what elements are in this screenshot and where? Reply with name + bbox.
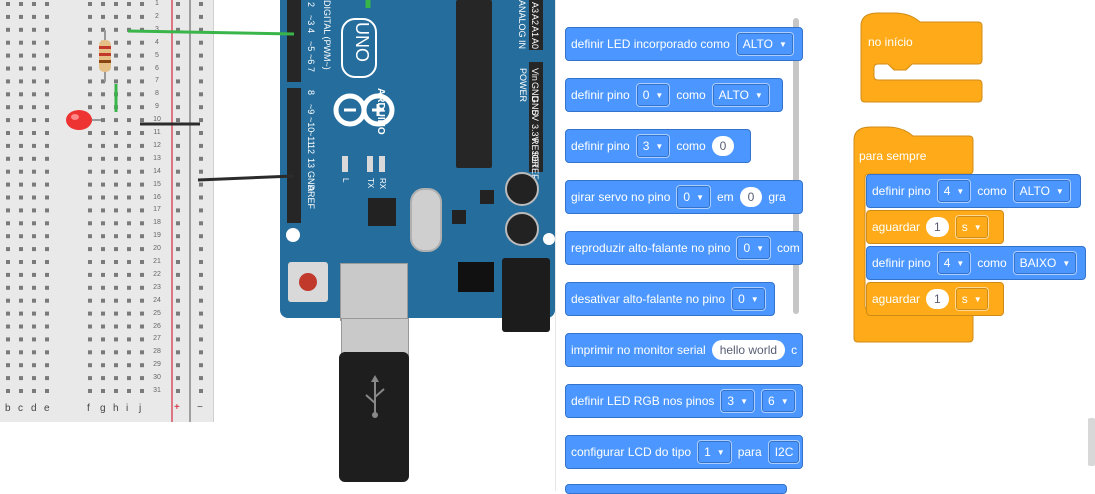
dropdown[interactable]: 1 ▼	[697, 440, 732, 464]
caret-down-icon: ▼	[956, 186, 965, 196]
caret-down-icon: ▼	[696, 192, 704, 202]
dropdown[interactable]: 0 ▼	[731, 287, 766, 311]
wire-gnd	[197, 174, 295, 182]
value-dropdown[interactable]: ALTO ▼	[1012, 179, 1071, 203]
caret-down-icon: ▼	[973, 294, 982, 304]
palette-block-set-pin[interactable]: definir pino 0 ▼ como ALTO ▼	[565, 78, 783, 112]
caret-down-icon: ▼	[655, 90, 664, 100]
dropdown[interactable]: 3 ▼	[720, 389, 756, 413]
dropdown[interactable]: ALTO ▼	[735, 32, 794, 56]
wires-layer	[114, 0, 371, 182]
caret-down-icon: ▼	[716, 447, 725, 457]
palette-scrollbar[interactable]	[793, 18, 799, 314]
dropdown[interactable]: 6 ▼	[761, 389, 796, 413]
dropdown[interactable]: 0 ▼	[676, 185, 711, 209]
palette-block-set-pin-analog[interactable]: definir pino 3 ▼ como 0	[565, 129, 751, 163]
caret-down-icon: ▼	[655, 141, 664, 151]
wait-block-2[interactable]: aguardar 1 s ▼	[866, 282, 1004, 316]
palette-block-partial[interactable]	[565, 484, 787, 494]
pin-dropdown[interactable]: 4 ▼	[936, 179, 972, 203]
dropdown[interactable]: 0 ▼	[736, 236, 772, 260]
dropdown[interactable]: 0 ▼	[635, 83, 671, 107]
start-hat-block[interactable]	[860, 12, 984, 104]
palette-block-config-lcd[interactable]: configurar LCD do tipo 1 ▼ para I2C	[565, 435, 803, 469]
number-input[interactable]: 0	[711, 136, 735, 156]
red-led[interactable]	[63, 108, 103, 132]
caret-down-icon: ▼	[754, 90, 763, 100]
dropdown[interactable]: I2C	[767, 440, 801, 464]
value-dropdown[interactable]: BAIXO ▼	[1012, 251, 1078, 275]
palette-block-rgb-led[interactable]: definir LED RGB nos pinos 3 ▼ 6 ▼	[565, 384, 803, 418]
palette-block-set-builtin-led[interactable]: definir LED incorporado como ALTO ▼	[565, 27, 803, 61]
caret-down-icon: ▼	[956, 258, 965, 268]
palette-block-serial-print[interactable]: imprimir no monitor serial hello world c	[565, 333, 803, 367]
forever-label: para sempre	[859, 149, 927, 163]
wait-amount-input[interactable]: 1	[926, 217, 949, 237]
unit-dropdown[interactable]: s ▼	[954, 215, 989, 239]
palette-block-rotate-servo[interactable]: girar servo no pino 0 ▼ em 0 gra	[565, 180, 803, 214]
caret-down-icon: ▼	[750, 294, 759, 304]
resistor[interactable]	[95, 30, 115, 82]
unit-dropdown[interactable]: s ▼	[954, 287, 989, 311]
caret-down-icon: ▼	[778, 39, 787, 49]
start-hat-label: no início	[868, 35, 913, 49]
caret-down-icon: ▼	[756, 243, 765, 253]
caret-down-icon: ▼	[1062, 258, 1071, 268]
dropdown[interactable]: 3 ▼	[635, 134, 671, 158]
wait-amount-input[interactable]: 1	[926, 289, 949, 309]
set-pin-low-block[interactable]: definir pino 4 ▼ como BAIXO ▼	[866, 246, 1086, 280]
caret-down-icon: ▼	[780, 396, 789, 406]
circuit-canvas[interactable]: b c d e f g h i j + − 1 2 3 4 5 6 7 8 9 10 11 12 13 1…	[0, 0, 555, 491]
caret-down-icon: ▼	[1055, 186, 1064, 196]
palette-block-play-speaker[interactable]: reproduzir alto-falante no pino 0 ▼ com	[565, 231, 803, 265]
wait-block-1[interactable]: aguardar 1 s ▼	[866, 210, 1004, 244]
number-input[interactable]: 0	[739, 187, 763, 207]
caret-down-icon: ▼	[973, 222, 982, 232]
pin-dropdown[interactable]: 4 ▼	[936, 251, 972, 275]
caret-down-icon: ▼	[740, 396, 749, 406]
text-input[interactable]: hello world	[711, 340, 786, 360]
palette-block-stop-speaker[interactable]: desativar alto-falante no pino 0 ▼	[565, 282, 775, 316]
dropdown[interactable]: ALTO ▼	[711, 83, 770, 107]
wire-pin4	[127, 29, 295, 36]
workspace-scrollbar[interactable]	[1088, 418, 1095, 466]
set-pin-high-block[interactable]: definir pino 4 ▼ como ALTO ▼	[866, 174, 1081, 208]
